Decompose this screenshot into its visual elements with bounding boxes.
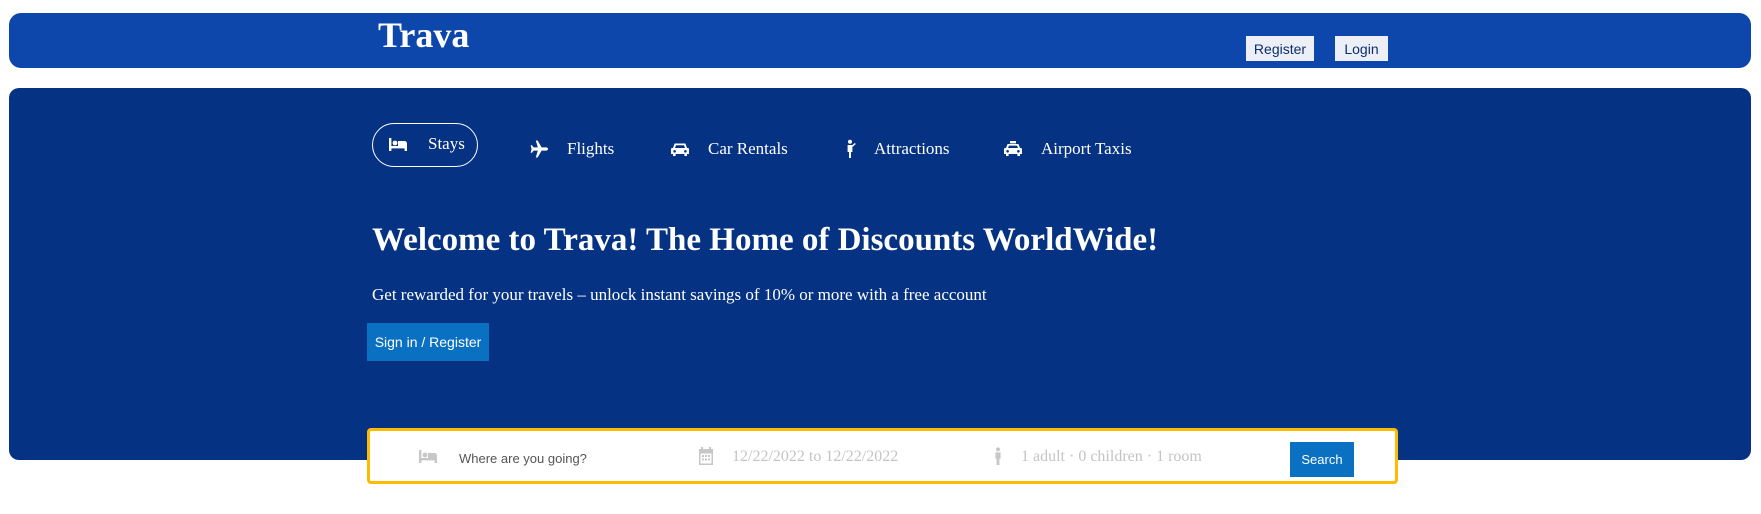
search-button[interactable]: Search bbox=[1290, 442, 1354, 477]
tab-flights[interactable]: Flights bbox=[529, 139, 614, 159]
sign-in-register-button[interactable]: Sign in / Register bbox=[367, 323, 489, 361]
hero-title: Welcome to Trava! The Home of Discounts … bbox=[372, 222, 1159, 258]
destination-input[interactable] bbox=[457, 445, 691, 471]
tab-flights-label: Flights bbox=[567, 139, 615, 158]
tab-attractions[interactable]: Attractions bbox=[840, 139, 950, 159]
bed-icon bbox=[388, 136, 408, 156]
person-icon bbox=[991, 447, 1005, 470]
top-navbar bbox=[9, 13, 1751, 68]
taxi-icon bbox=[1003, 139, 1023, 159]
bed-icon bbox=[418, 448, 438, 469]
tab-car-rentals[interactable]: Car Rentals bbox=[670, 139, 788, 159]
tab-attractions-label: Attractions bbox=[874, 139, 950, 158]
search-bar: 12/22/2022 to 12/22/2022 1 adult · 0 chi… bbox=[367, 428, 1398, 484]
date-range-field[interactable]: 12/22/2022 to 12/22/2022 bbox=[732, 448, 898, 466]
calendar-icon bbox=[698, 447, 714, 470]
tab-airport-taxis[interactable]: Airport Taxis bbox=[1003, 139, 1132, 159]
register-button[interactable]: Register bbox=[1246, 36, 1314, 61]
logo[interactable]: Trava bbox=[378, 17, 469, 53]
car-icon bbox=[670, 139, 690, 159]
tab-stays[interactable]: Stays bbox=[372, 123, 478, 167]
hero-subtitle: Get rewarded for your travels – unlock i… bbox=[372, 285, 987, 304]
login-button[interactable]: Login bbox=[1335, 36, 1388, 61]
guests-field[interactable]: 1 adult · 0 children · 1 room bbox=[1021, 448, 1202, 466]
tab-airport-taxis-label: Airport Taxis bbox=[1041, 139, 1132, 158]
person-icon bbox=[840, 139, 860, 159]
plane-icon bbox=[529, 139, 549, 159]
tab-stays-label: Stays bbox=[428, 134, 465, 153]
tab-car-rentals-label: Car Rentals bbox=[708, 139, 788, 158]
